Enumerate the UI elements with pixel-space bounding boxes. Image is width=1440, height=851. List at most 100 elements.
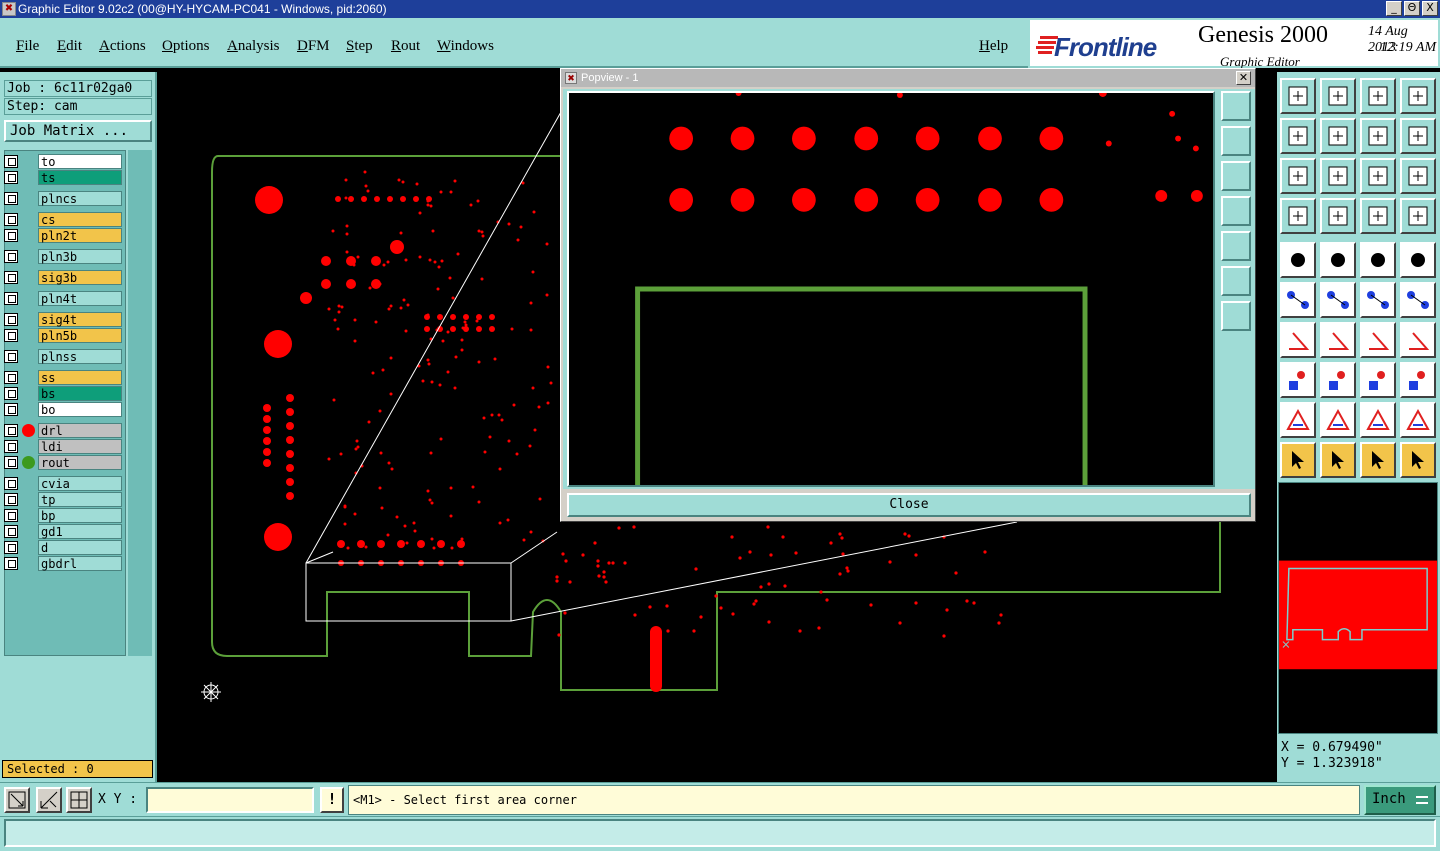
layer-row-bs[interactable]: bs (4, 386, 122, 401)
connect-nodes-icon[interactable] (1280, 282, 1316, 318)
transform-icon[interactable] (1400, 118, 1436, 154)
layer-checkbox[interactable] (4, 477, 18, 490)
layer-checkbox[interactable] (4, 292, 18, 305)
minimize-button[interactable]: _ (1386, 1, 1402, 16)
select-pad-icon[interactable] (1400, 242, 1436, 278)
triangle-frame-icon[interactable] (1360, 402, 1396, 438)
layer-checkbox[interactable] (4, 155, 18, 168)
layer-checkbox[interactable] (4, 329, 18, 342)
redo-icon[interactable] (1360, 118, 1396, 154)
popview-pan-right-icon[interactable] (1221, 231, 1251, 261)
layer-row-cs[interactable]: cs (4, 212, 122, 227)
menu-step[interactable]: Step (346, 38, 373, 55)
move-node-icon[interactable] (1360, 282, 1396, 318)
layer-row-to[interactable]: to (4, 154, 122, 169)
layer-checkbox[interactable] (4, 440, 18, 453)
layer-checkbox[interactable] (4, 456, 18, 469)
layer-checkbox[interactable] (4, 313, 18, 326)
layer-checkbox[interactable] (4, 424, 18, 437)
resize-icon[interactable] (1360, 362, 1396, 398)
popview-zoom-fit-icon[interactable] (1221, 266, 1251, 296)
snap-icon[interactable] (36, 787, 62, 813)
menu-windows[interactable]: Windows (437, 38, 494, 55)
layer-checkbox[interactable] (4, 171, 18, 184)
layer-row-pln4t[interactable]: pln4t (4, 291, 122, 306)
triangle-up-icon[interactable] (1320, 402, 1356, 438)
layer-row-bo[interactable]: bo (4, 402, 122, 417)
menu-edit[interactable]: Edit (57, 38, 82, 55)
layer-checkbox[interactable] (4, 403, 18, 416)
layer-row-gd1[interactable]: gd1 (4, 524, 122, 539)
arrow-node-icon[interactable] (1400, 282, 1436, 318)
layer-checkbox[interactable] (4, 250, 18, 263)
popview-close-icon[interactable]: ✕ (1236, 71, 1251, 85)
add-pad-icon[interactable] (1280, 242, 1316, 278)
popview-zoom-center-icon[interactable] (1221, 301, 1251, 331)
overview-preview[interactable] (1278, 482, 1438, 734)
pad-select-icon[interactable] (1280, 362, 1316, 398)
execute-button[interactable]: ! (320, 787, 344, 813)
layer-stack-icon[interactable] (1360, 198, 1396, 234)
flip-icon[interactable] (1400, 322, 1436, 358)
popview-zoom-in-icon[interactable] (1221, 91, 1251, 121)
layer-checkbox[interactable] (4, 541, 18, 554)
layer-checkbox[interactable] (4, 493, 18, 506)
layer-row-d[interactable]: d (4, 540, 122, 555)
ruler-icon[interactable] (1360, 242, 1396, 278)
draw-line-icon[interactable] (1320, 242, 1356, 278)
layer-checkbox[interactable] (4, 371, 18, 384)
popview-pan-down-icon[interactable] (1221, 161, 1251, 191)
job-matrix-button[interactable]: Job Matrix ... (4, 120, 152, 142)
popview-titlebar[interactable]: ✖ Popview - 1 ✕ (561, 69, 1255, 87)
layer-compare-icon[interactable] (1400, 198, 1436, 234)
grid-toggle-icon[interactable] (1320, 198, 1356, 234)
arc-icon[interactable] (1360, 322, 1396, 358)
open-step-icon[interactable] (1280, 78, 1316, 114)
layer-checkbox[interactable] (4, 192, 18, 205)
pointer-icon[interactable] (1280, 442, 1316, 478)
menu-help[interactable]: Help (979, 38, 1008, 55)
measure-tool-icon[interactable] (1280, 198, 1316, 234)
layer-row-cvia[interactable]: cvia (4, 476, 122, 491)
layer-row-pln3b[interactable]: pln3b (4, 249, 122, 264)
units-selector[interactable]: Inch (1364, 785, 1436, 815)
layer-checkbox[interactable] (4, 213, 18, 226)
menu-dfm[interactable]: DFM (297, 38, 330, 55)
layer-checkbox[interactable] (4, 557, 18, 570)
zoom-fit-icon[interactable] (1280, 158, 1316, 194)
zoom-center-icon[interactable] (1320, 158, 1356, 194)
layer-row-ldi[interactable]: ldi (4, 439, 122, 454)
layer-checkbox[interactable] (4, 229, 18, 242)
layer-row-plncs[interactable]: plncs (4, 191, 122, 206)
layer-checkbox[interactable] (4, 525, 18, 538)
layer-checkbox[interactable] (4, 350, 18, 363)
zoom-area-icon[interactable] (4, 787, 30, 813)
layer-checkbox[interactable] (4, 271, 18, 284)
route-icon[interactable] (1400, 442, 1436, 478)
layer-row-pln5b[interactable]: pln5b (4, 328, 122, 343)
layer-row-tp[interactable]: tp (4, 492, 122, 507)
layer-row-sig4t[interactable]: sig4t (4, 312, 122, 327)
popview-canvas[interactable] (567, 91, 1215, 487)
layer-row-bp[interactable]: bp (4, 508, 122, 523)
popview-close-button[interactable]: Close (567, 493, 1251, 517)
menu-actions[interactable]: Actions (99, 38, 146, 55)
grid-icon[interactable] (66, 787, 92, 813)
layer-row-ts[interactable]: ts (4, 170, 122, 185)
restore-button[interactable]: Θ (1404, 1, 1420, 16)
layer-row-gbdrl[interactable]: gbdrl (4, 556, 122, 571)
popview-pan-left-icon[interactable] (1221, 196, 1251, 226)
menu-rout[interactable]: Rout (391, 38, 420, 55)
close-window-button[interactable]: X (1422, 1, 1438, 16)
triangle-cut-icon[interactable] (1400, 402, 1436, 438)
save-icon[interactable] (1320, 78, 1356, 114)
home-icon[interactable] (1360, 78, 1396, 114)
slash-line-icon[interactable] (1320, 322, 1356, 358)
pointer-box-icon[interactable] (1320, 442, 1356, 478)
layer-row-ss[interactable]: ss (4, 370, 122, 385)
export-icon[interactable] (1320, 118, 1356, 154)
shape-icon[interactable] (1400, 362, 1436, 398)
layer-row-drl[interactable]: drl (4, 423, 122, 438)
xy-input[interactable] (146, 787, 314, 813)
scale-1-2-icon[interactable] (1360, 158, 1396, 194)
